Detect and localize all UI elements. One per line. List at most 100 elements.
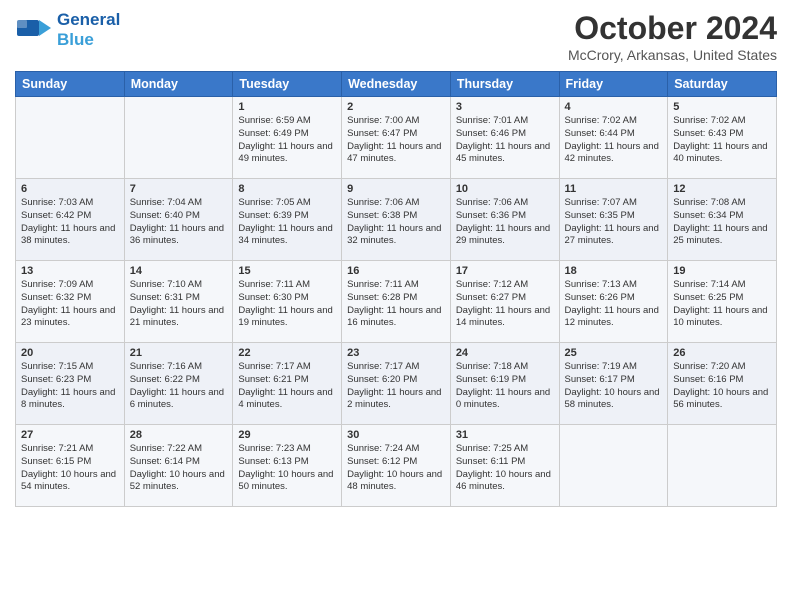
cell-info: Sunrise: 7:05 AMSunset: 6:39 PMDaylight:…	[238, 197, 336, 248]
day-number: 12	[673, 183, 771, 195]
calendar-cell: 15Sunrise: 7:11 AMSunset: 6:30 PMDayligh…	[233, 261, 342, 343]
day-number: 28	[130, 429, 228, 441]
header: General Blue October 2024 McCrory, Arkan…	[15, 10, 777, 63]
logo: General Blue	[15, 10, 120, 50]
cell-info: Sunrise: 7:16 AMSunset: 6:22 PMDaylight:…	[130, 361, 228, 412]
calendar-cell	[16, 97, 125, 179]
title-block: October 2024 McCrory, Arkansas, United S…	[568, 10, 777, 63]
cell-info: Sunrise: 7:01 AMSunset: 6:46 PMDaylight:…	[456, 115, 554, 166]
cell-info: Sunrise: 7:25 AMSunset: 6:11 PMDaylight:…	[456, 443, 554, 494]
day-number: 15	[238, 265, 336, 277]
cell-info: Sunrise: 7:06 AMSunset: 6:38 PMDaylight:…	[347, 197, 445, 248]
cell-info: Sunrise: 7:13 AMSunset: 6:26 PMDaylight:…	[565, 279, 663, 330]
month-title: October 2024	[568, 10, 777, 47]
calendar-cell: 22 Sunrise: 7:17 AMSunset: 6:21 PMDayligh…	[233, 343, 342, 425]
calendar-cell: 28 Sunrise: 7:22 AMSunset: 6:14 PMDayligh…	[124, 425, 233, 507]
day-number: 13	[21, 265, 119, 277]
calendar-cell: 3 Sunrise: 7:01 AMSunset: 6:46 PMDaylight…	[450, 97, 559, 179]
cell-info: Sunrise: 7:09 AMSunset: 6:32 PMDaylight:…	[21, 279, 119, 330]
day-number: 26	[673, 347, 771, 359]
cell-info: Sunrise: 7:21 AMSunset: 6:15 PMDaylight:…	[21, 443, 119, 494]
day-number: 6	[21, 183, 119, 195]
header-friday: Friday	[559, 72, 668, 97]
day-number: 1	[238, 101, 336, 113]
day-number: 3	[456, 101, 554, 113]
cell-info: Sunrise: 7:11 AMSunset: 6:28 PMDaylight:…	[347, 279, 445, 330]
logo-blue: Blue	[57, 30, 94, 49]
calendar-cell: 6 Sunrise: 7:03 AMSunset: 6:42 PMDaylight…	[16, 179, 125, 261]
header-thursday: Thursday	[450, 72, 559, 97]
day-number: 18	[565, 265, 663, 277]
header-sunday: Sunday	[16, 72, 125, 97]
day-number: 9	[347, 183, 445, 195]
cell-info: Sunrise: 7:02 AMSunset: 6:44 PMDaylight:…	[565, 115, 663, 166]
cell-info: Sunrise: 7:08 AMSunset: 6:34 PMDaylight:…	[673, 197, 771, 248]
calendar-cell	[668, 425, 777, 507]
cell-info: Sunrise: 7:15 AMSunset: 6:23 PMDaylight:…	[21, 361, 119, 412]
day-number: 14	[130, 265, 228, 277]
calendar-table: SundayMondayTuesdayWednesdayThursdayFrid…	[15, 71, 777, 507]
day-number: 16	[347, 265, 445, 277]
cell-info: Sunrise: 7:02 AMSunset: 6:43 PMDaylight:…	[673, 115, 771, 166]
calendar-cell: 7 Sunrise: 7:04 AMSunset: 6:40 PMDaylight…	[124, 179, 233, 261]
cell-info: Sunrise: 7:17 AMSunset: 6:20 PMDaylight:…	[347, 361, 445, 412]
day-number: 23	[347, 347, 445, 359]
header-monday: Monday	[124, 72, 233, 97]
calendar-cell: 11Sunrise: 7:07 AMSunset: 6:35 PMDayligh…	[559, 179, 668, 261]
cell-info: Sunrise: 7:12 AMSunset: 6:27 PMDaylight:…	[456, 279, 554, 330]
calendar-cell: 23 Sunrise: 7:17 AMSunset: 6:20 PMDayligh…	[342, 343, 451, 425]
cell-info: Sunrise: 7:20 AMSunset: 6:16 PMDaylight:…	[673, 361, 771, 412]
cell-info: Sunrise: 7:17 AMSunset: 6:21 PMDaylight:…	[238, 361, 336, 412]
calendar-cell: 26 Sunrise: 7:20 AMSunset: 6:16 PMDayligh…	[668, 343, 777, 425]
cell-info: Sunrise: 7:23 AMSunset: 6:13 PMDaylight:…	[238, 443, 336, 494]
day-number: 21	[130, 347, 228, 359]
calendar-cell: 17 Sunrise: 7:12 AMSunset: 6:27 PMDayligh…	[450, 261, 559, 343]
calendar-cell: 8 Sunrise: 7:05 AMSunset: 6:39 PMDaylight…	[233, 179, 342, 261]
calendar-cell: 9 Sunrise: 7:06 AMSunset: 6:38 PMDaylight…	[342, 179, 451, 261]
calendar-cell: 25 Sunrise: 7:19 AMSunset: 6:17 PMDayligh…	[559, 343, 668, 425]
day-number: 31	[456, 429, 554, 441]
day-number: 17	[456, 265, 554, 277]
day-number: 7	[130, 183, 228, 195]
cell-info: Sunrise: 7:03 AMSunset: 6:42 PMDaylight:…	[21, 197, 119, 248]
calendar-cell: 1 Sunrise: 6:59 AMSunset: 6:49 PMDaylight…	[233, 97, 342, 179]
cell-info: Sunrise: 7:00 AMSunset: 6:47 PMDaylight:…	[347, 115, 445, 166]
calendar-cell: 31 Sunrise: 7:25 AMSunset: 6:11 PMDayligh…	[450, 425, 559, 507]
cell-info: Sunrise: 7:06 AMSunset: 6:36 PMDaylight:…	[456, 197, 554, 248]
week-row-1: 6 Sunrise: 7:03 AMSunset: 6:42 PMDaylight…	[16, 179, 777, 261]
day-number: 24	[456, 347, 554, 359]
cell-info: Sunrise: 7:22 AMSunset: 6:14 PMDaylight:…	[130, 443, 228, 494]
cell-info: Sunrise: 7:19 AMSunset: 6:17 PMDaylight:…	[565, 361, 663, 412]
calendar-cell: 24 Sunrise: 7:18 AMSunset: 6:19 PMDayligh…	[450, 343, 559, 425]
day-number: 10	[456, 183, 554, 195]
day-number: 19	[673, 265, 771, 277]
calendar-cell: 18 Sunrise: 7:13 AMSunset: 6:26 PMDayligh…	[559, 261, 668, 343]
calendar-cell: 13 Sunrise: 7:09 AMSunset: 6:32 PMDayligh…	[16, 261, 125, 343]
day-number: 22	[238, 347, 336, 359]
page: General Blue October 2024 McCrory, Arkan…	[0, 0, 792, 612]
week-row-0: 1 Sunrise: 6:59 AMSunset: 6:49 PMDaylight…	[16, 97, 777, 179]
header-wednesday: Wednesday	[342, 72, 451, 97]
day-number: 4	[565, 101, 663, 113]
week-row-2: 13 Sunrise: 7:09 AMSunset: 6:32 PMDayligh…	[16, 261, 777, 343]
day-number: 5	[673, 101, 771, 113]
day-number: 2	[347, 101, 445, 113]
cell-info: Sunrise: 6:59 AMSunset: 6:49 PMDaylight:…	[238, 115, 336, 166]
calendar-cell: 5 Sunrise: 7:02 AMSunset: 6:43 PMDaylight…	[668, 97, 777, 179]
calendar-cell: 12 Sunrise: 7:08 AMSunset: 6:34 PMDayligh…	[668, 179, 777, 261]
cell-info: Sunrise: 7:14 AMSunset: 6:25 PMDaylight:…	[673, 279, 771, 330]
day-number: 11	[565, 183, 663, 195]
header-saturday: Saturday	[668, 72, 777, 97]
calendar-cell: 16 Sunrise: 7:11 AMSunset: 6:28 PMDayligh…	[342, 261, 451, 343]
calendar-cell: 14 Sunrise: 7:10 AMSunset: 6:31 PMDayligh…	[124, 261, 233, 343]
calendar-cell: 2 Sunrise: 7:00 AMSunset: 6:47 PMDaylight…	[342, 97, 451, 179]
cell-info: Sunrise: 7:18 AMSunset: 6:19 PMDaylight:…	[456, 361, 554, 412]
day-number: 25	[565, 347, 663, 359]
logo-general: General	[57, 10, 120, 29]
subtitle: McCrory, Arkansas, United States	[568, 47, 777, 63]
day-number: 8	[238, 183, 336, 195]
cell-info: Sunrise: 7:04 AMSunset: 6:40 PMDaylight:…	[130, 197, 228, 248]
day-number: 30	[347, 429, 445, 441]
header-row: SundayMondayTuesdayWednesdayThursdayFrid…	[16, 72, 777, 97]
cell-info: Sunrise: 7:10 AMSunset: 6:31 PMDaylight:…	[130, 279, 228, 330]
